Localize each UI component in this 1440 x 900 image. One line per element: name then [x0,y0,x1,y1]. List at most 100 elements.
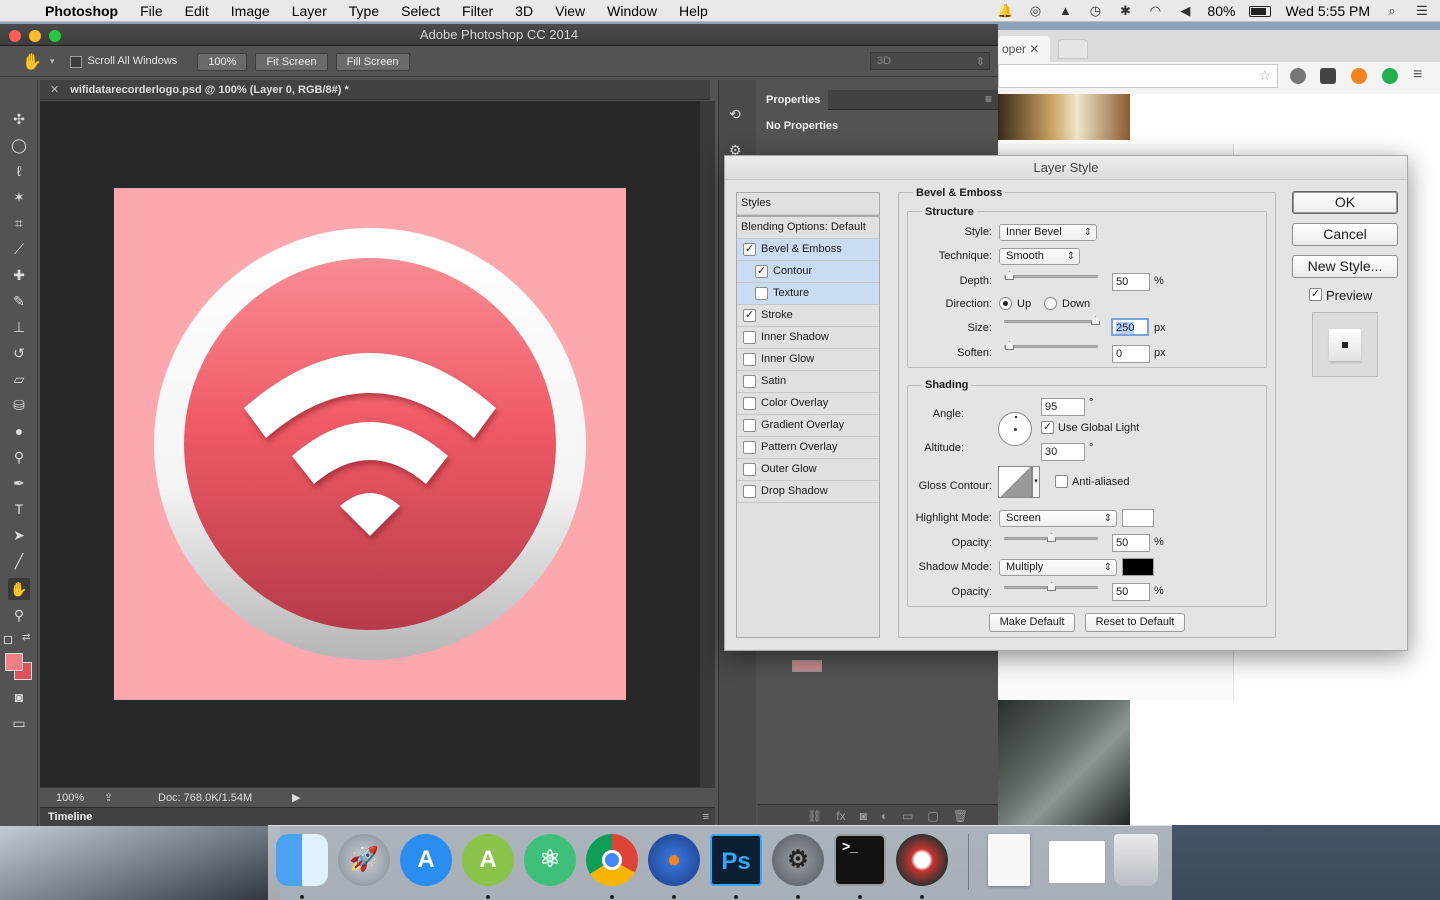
close-tab-icon[interactable]: ✕ [1029,42,1039,56]
new-tab-button[interactable] [1058,39,1088,59]
layer-thumbnail[interactable] [792,660,822,672]
browser-address-bar[interactable]: ☆ [998,64,1278,88]
reset-to-default-button[interactable]: Reset to Default [1085,613,1185,632]
screen-mode-icon[interactable]: ▭ [8,712,30,734]
sync-icon[interactable]: ◎ [1027,4,1043,18]
size-slider-thumb[interactable] [1091,316,1100,325]
close-window-button[interactable] [9,30,21,42]
paint-bucket-tool-icon[interactable]: ⛁ [8,394,30,416]
drive-icon[interactable]: ▲ [1057,4,1073,18]
dodge-tool-icon[interactable]: ⚲ [8,446,30,468]
new-layer-icon[interactable]: ▢ [927,809,938,823]
bookmark-star-icon[interactable]: ☆ [1258,67,1271,84]
crop-tool-icon[interactable]: ⌗ [8,212,30,234]
status-menu-arrow-icon[interactable]: ▶ [292,788,300,808]
menu-layer[interactable]: Layer [281,3,338,19]
anti-aliased-checkbox[interactable] [1055,475,1068,488]
document-tab[interactable]: ✕ wifidatarecorderlogo.psd @ 100% (Layer… [40,80,710,100]
use-global-light-checkbox[interactable]: ✓ [1041,421,1054,434]
direction-up-radio[interactable] [999,297,1012,310]
effect-item-drop-shadow[interactable]: Drop Shadow [737,481,879,503]
menu-window[interactable]: Window [596,3,668,19]
menu-image[interactable]: Image [220,3,281,19]
clock[interactable]: Wed 5:55 PM [1285,3,1370,19]
effect-checkbox[interactable] [743,397,756,410]
pen-tool-icon[interactable]: ✒ [8,472,30,494]
share-icon[interactable]: ⇪ [104,788,113,808]
extension-orange-icon[interactable] [1351,68,1367,84]
terminal-icon[interactable]: >_ [834,834,886,886]
wifi-icon[interactable]: ◠ [1147,4,1163,18]
menu-view[interactable]: View [544,3,596,19]
new-group-icon[interactable]: ▭ [902,809,913,823]
effect-checkbox[interactable] [755,287,768,300]
effect-item-bevel-emboss[interactable]: ✓ Bevel & Emboss [737,239,879,261]
soften-slider-thumb[interactable] [1005,341,1014,350]
effect-checkbox[interactable]: ✓ [743,243,756,256]
size-slider[interactable] [1004,316,1100,325]
depth-slider[interactable] [1004,271,1098,280]
preview-checkbox[interactable]: ✓ [1309,288,1322,301]
technique-select[interactable]: Smooth [999,248,1080,265]
spotlight-search-icon[interactable]: ⌕ [1384,4,1400,18]
angle-input[interactable]: 95 [1041,398,1085,416]
zoom-tool-icon[interactable]: ⚲ [8,604,30,626]
history-panel-icon[interactable]: ⟲ [729,106,741,123]
document-canvas[interactable] [114,188,626,700]
adjustment-layer-icon[interactable]: ◐ [881,809,888,823]
trash-icon[interactable] [1114,834,1158,886]
effect-item-inner-glow[interactable]: Inner Glow [737,349,879,371]
styles-header[interactable]: Styles [737,193,879,215]
scroll-all-windows-option[interactable]: Scroll All Windows [70,55,177,68]
fit-screen-button[interactable]: Fit Screen [255,52,328,71]
magic-wand-tool-icon[interactable]: ✶ [8,186,30,208]
zoom-window-button[interactable] [49,30,61,42]
highlight-opacity-slider[interactable] [1004,533,1098,542]
firefox-icon[interactable]: ● [648,834,700,886]
blending-options-item[interactable]: Blending Options: Default [737,217,879,239]
effect-checkbox[interactable]: ✓ [755,265,768,278]
depth-input[interactable]: 50 [1112,273,1150,291]
add-mask-icon[interactable]: ◙ [860,809,867,823]
app-store-icon[interactable]: A [400,834,452,886]
browser-tab[interactable]: oper ✕ [998,36,1050,62]
android-studio-icon[interactable]: A [462,834,514,886]
lasso-tool-icon[interactable]: ℓ [8,160,30,182]
bluetooth-icon[interactable]: ✱ [1117,4,1133,18]
default-colors-icon[interactable] [4,636,12,644]
angle-dial[interactable] [998,412,1032,446]
menu-help[interactable]: Help [668,3,719,19]
effect-item-pattern-overlay[interactable]: Pattern Overlay [737,437,879,459]
shadow-opacity-thumb[interactable] [1047,582,1056,591]
new-style-button[interactable]: New Style... [1292,255,1398,278]
eraser-tool-icon[interactable]: ▱ [8,368,30,390]
battery-icon[interactable] [1249,5,1272,17]
effect-item-color-overlay[interactable]: Color Overlay [737,393,879,415]
effect-checkbox[interactable] [743,331,756,344]
shadow-mode-select[interactable]: Multiply [999,559,1117,576]
effect-item-satin[interactable]: Satin [737,371,879,393]
launchpad-icon[interactable]: 🚀 [338,834,390,886]
quick-mask-icon[interactable]: ◙ [8,686,30,708]
extension-icon[interactable] [1290,68,1306,84]
effect-checkbox[interactable] [743,353,756,366]
browser-menu-icon[interactable]: ≡ [1413,66,1422,84]
size-input[interactable]: 250 [1111,318,1149,336]
menu-type[interactable]: Type [338,3,390,19]
depth-slider-thumb[interactable] [1005,271,1014,280]
close-document-icon[interactable]: ✕ [50,84,59,96]
menu-edit[interactable]: Edit [174,3,220,19]
effect-checkbox[interactable]: ✓ [743,309,756,322]
type-tool-icon[interactable]: T [8,498,30,520]
volume-icon[interactable]: ◀ [1177,4,1193,18]
effect-item-texture[interactable]: Texture [737,283,879,305]
pixelmator-icon[interactable] [896,834,948,886]
shadow-opacity-slider[interactable] [1004,582,1098,591]
effect-item-gradient-overlay[interactable]: Gradient Overlay [737,415,879,437]
highlight-mode-select[interactable]: Screen [999,510,1117,527]
shadow-color-swatch[interactable] [1122,558,1154,576]
hand-tool-preset-icon[interactable]: ✋ [22,52,42,72]
effect-checkbox[interactable] [743,485,756,498]
system-preferences-icon[interactable]: ⚙ [772,834,824,886]
minimize-window-button[interactable] [29,30,41,42]
